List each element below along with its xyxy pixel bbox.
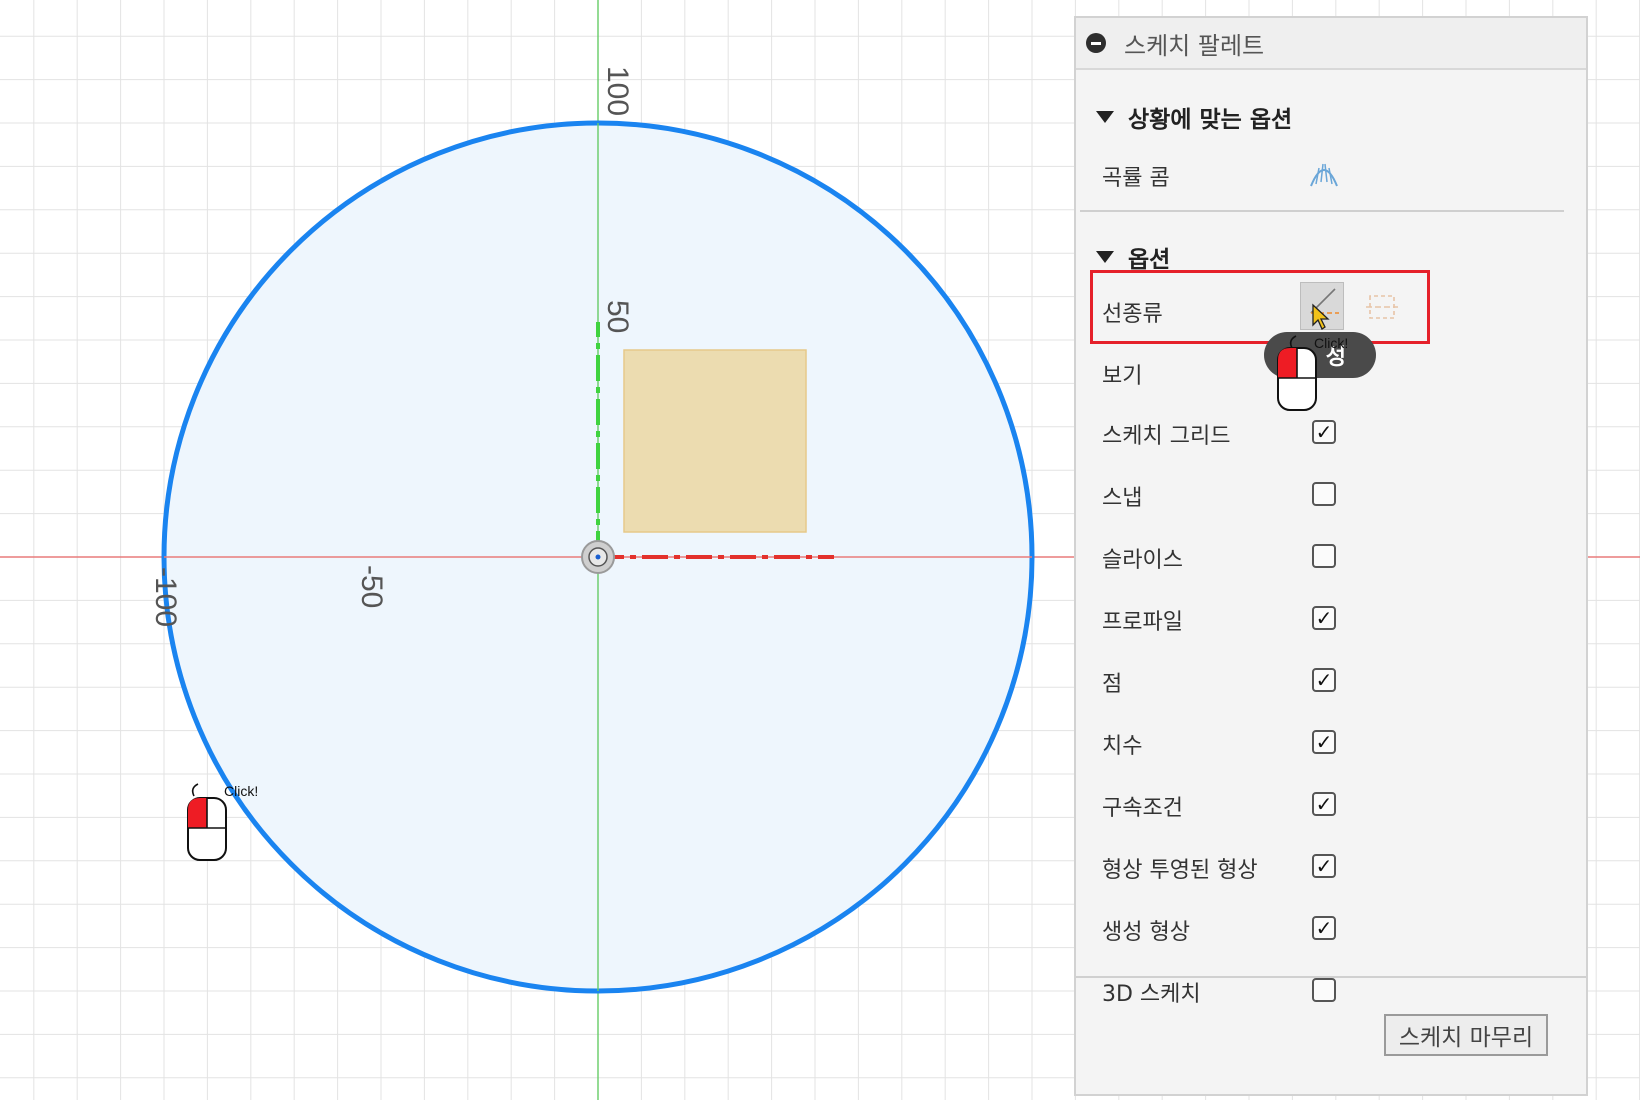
option-label: 스냅 [1102, 486, 1143, 511]
y-axis-label-mid: 50 [601, 300, 634, 333]
section-contextual-options[interactable]: 상황에 맞는 옵션 [1096, 100, 1292, 134]
collapse-triangle-icon [1096, 251, 1114, 263]
mouse-click-label-palette: Click! [1314, 335, 1348, 351]
palette-title: 스케치 팔레트 [1124, 31, 1265, 60]
collapse-triangle-icon [1096, 111, 1114, 123]
option-label: 형상 투영된 형상 [1102, 858, 1258, 883]
mouse-click-indicator: Click! [187, 783, 258, 861]
option-checkbox[interactable]: ✓ [1312, 606, 1336, 630]
curvature-comb-icon[interactable] [1308, 158, 1340, 188]
minus-icon [1091, 41, 1101, 45]
section-options-title: 옵션 [1128, 247, 1171, 273]
option-label: 3D 스케치 [1102, 982, 1201, 1007]
origin-point-dot [595, 554, 601, 560]
section-divider [1080, 210, 1564, 212]
view-label: 보기 [1102, 364, 1143, 389]
footer-divider [1076, 976, 1586, 978]
x-axis-label-left: -100 [149, 567, 182, 627]
option-label: 슬라이스 [1102, 548, 1183, 573]
section-options[interactable]: 옵션 [1096, 240, 1170, 274]
mouse-click-label: Click! [224, 783, 258, 799]
option-checkbox[interactable]: ✓ [1312, 420, 1336, 444]
curvature-comb-label: 곡률 콤 [1102, 166, 1170, 191]
linetype-label: 선종류 [1102, 302, 1163, 327]
palette-header: 스케치 팔레트 [1076, 18, 1586, 70]
option-label: 스케치 그리드 [1102, 424, 1231, 449]
x-axis-label-mid: -50 [355, 565, 388, 608]
finish-sketch-button[interactable]: 스케치 마무리 [1384, 1014, 1548, 1056]
collapse-button[interactable] [1086, 33, 1106, 53]
option-checkbox[interactable]: ✓ [1312, 854, 1336, 878]
mouse-click-indicator-palette: Click! [1277, 335, 1348, 411]
section-contextual-title: 상황에 맞는 옵션 [1128, 107, 1293, 133]
option-checkbox[interactable] [1312, 482, 1336, 506]
option-label: 치수 [1102, 734, 1143, 759]
sketch-rectangle[interactable] [623, 349, 807, 533]
option-checkbox[interactable]: ✓ [1312, 730, 1336, 754]
sketch-palette: 스케치 팔레트 상황에 맞는 옵션 곡률 콤 옵션 선종류 보기 성 Click… [1074, 16, 1588, 1096]
option-label: 프로파일 [1102, 610, 1183, 635]
option-checkbox[interactable]: ✓ [1312, 916, 1336, 940]
option-label: 생성 형상 [1102, 920, 1190, 945]
y-axis-label-top: 100 [601, 66, 634, 116]
option-label: 구속조건 [1102, 796, 1183, 821]
option-checkbox[interactable] [1312, 978, 1336, 1002]
option-checkbox[interactable] [1312, 544, 1336, 568]
option-checkbox[interactable]: ✓ [1312, 792, 1336, 816]
option-checkbox[interactable]: ✓ [1312, 668, 1336, 692]
option-label: 점 [1102, 672, 1123, 697]
